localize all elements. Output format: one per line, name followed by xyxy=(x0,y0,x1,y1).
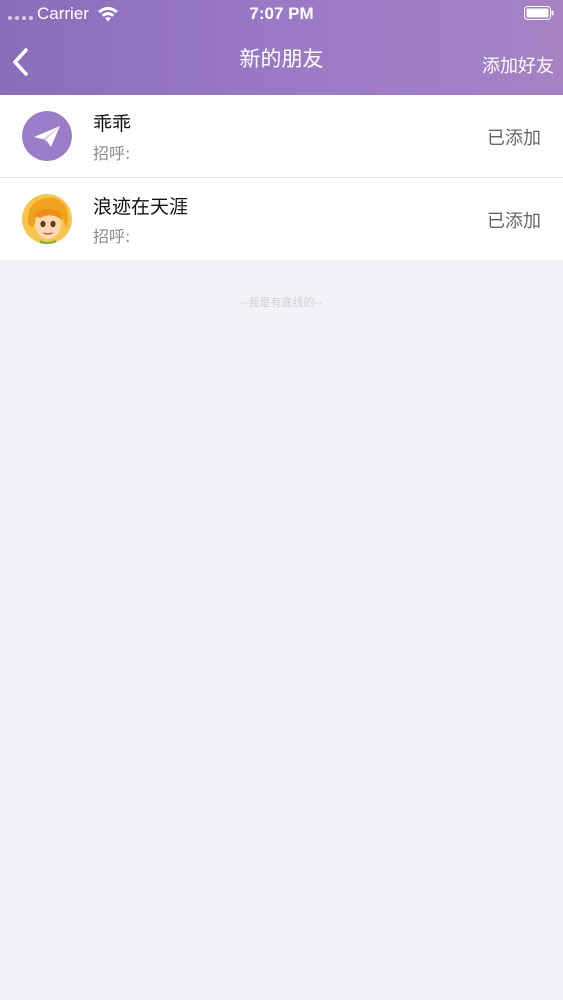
status-time: 7:07 PM xyxy=(249,4,314,23)
add-friend-button[interactable]: 添加好友 xyxy=(482,52,554,78)
list-item[interactable]: 浪迹在天涯 招呼: 已添加 xyxy=(0,177,563,260)
added-status: 已添加 xyxy=(487,128,541,149)
status-bar: Carrier 7:07 PM xyxy=(0,0,563,28)
friend-name: 浪迹在天涯 xyxy=(93,196,189,218)
list-end-note: --我是有底线的-- xyxy=(240,296,323,309)
page-title: 新的朋友 xyxy=(239,47,324,71)
avatar xyxy=(22,194,72,244)
battery-icon xyxy=(524,6,554,20)
friend-greeting: 招呼: xyxy=(93,227,131,246)
nav-header: Carrier 7:07 PM 新的朋友 添加好友 xyxy=(0,0,563,95)
list-item[interactable]: 乖乖 招呼: 已添加 xyxy=(0,95,563,177)
added-status: 已添加 xyxy=(487,211,541,232)
friend-greeting: 招呼: xyxy=(93,144,131,163)
cartoon-face-avatar xyxy=(22,194,72,244)
screen: Carrier 7:07 PM 新的朋友 添加好友 乖乖 招呼: 已添加 浪迹在… xyxy=(0,0,563,1000)
friend-request-list: 乖乖 招呼: 已添加 浪迹在天涯 招呼: 已添加 xyxy=(0,95,563,260)
friend-name: 乖乖 xyxy=(93,113,132,135)
paper-plane-icon xyxy=(22,111,72,161)
avatar xyxy=(22,111,72,161)
